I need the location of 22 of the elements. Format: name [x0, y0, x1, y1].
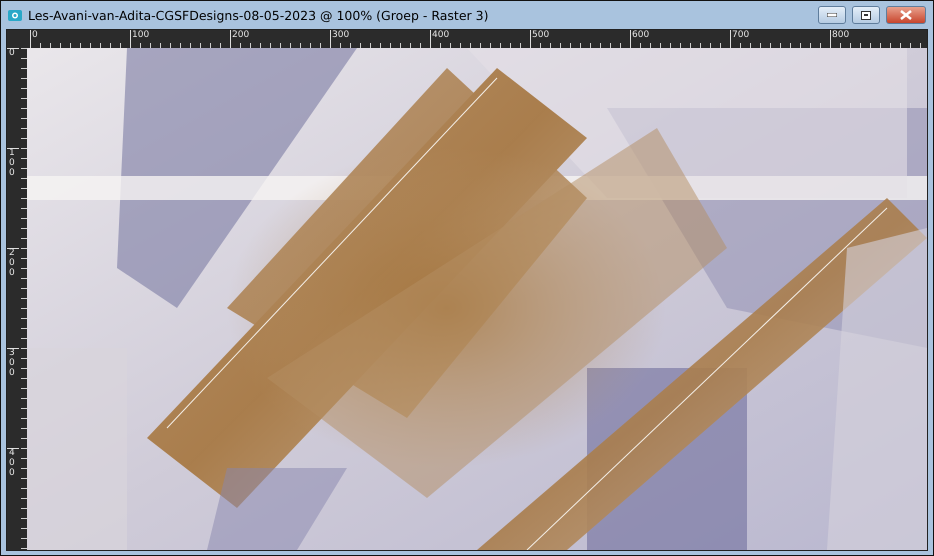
- ruler-label: 600: [631, 30, 650, 40]
- ruler-label: 800: [831, 30, 850, 40]
- ruler-label: 0: [31, 30, 38, 40]
- minimize-icon: [827, 13, 837, 17]
- minimize-button[interactable]: [818, 6, 846, 24]
- ruler-label: 300: [331, 30, 350, 40]
- ruler-label: 0: [8, 49, 15, 60]
- close-button[interactable]: [886, 6, 926, 24]
- close-icon: [900, 10, 912, 20]
- ruler-label: 200: [8, 249, 15, 280]
- ruler-label: 100: [131, 30, 150, 40]
- ruler-label: 500: [531, 30, 550, 40]
- ruler-label: 200: [231, 30, 250, 40]
- maximize-button[interactable]: [852, 6, 880, 24]
- ruler-label: 400: [431, 30, 450, 40]
- window-title: Les-Avani-van-Adita-CGSFDesigns-08-05-2023 @ 100% (Groep - Raster 3): [28, 8, 490, 22]
- ruler-label: 400: [8, 449, 15, 480]
- ruler-label: 100: [8, 149, 15, 180]
- maximize-icon: [861, 10, 871, 20]
- ruler-label: 700: [731, 30, 750, 40]
- camera-icon: [8, 9, 22, 21]
- ruler-label: 300: [8, 349, 15, 380]
